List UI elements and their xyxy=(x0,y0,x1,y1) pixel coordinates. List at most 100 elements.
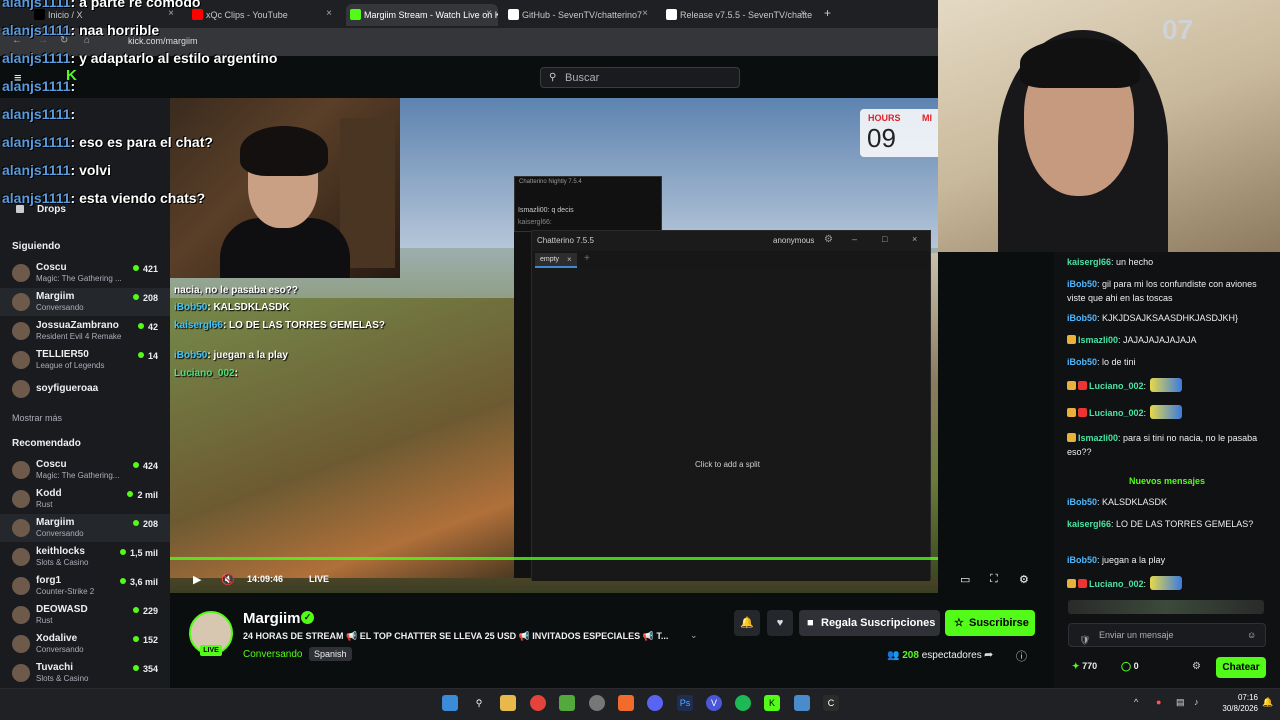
chatterino-split-area[interactable]: Click to add a split xyxy=(532,269,930,581)
info-icon[interactable]: ⓘ xyxy=(1016,648,1027,664)
close-icon[interactable]: × xyxy=(912,234,917,244)
player-progress-bar[interactable] xyxy=(170,557,938,560)
sidebar-channel[interactable]: JossuaZambrano Resident Evil 4 Remake 42 xyxy=(0,317,170,345)
chatterino-app-icon[interactable]: C xyxy=(823,695,839,711)
search-input[interactable]: ⚲ Buscar xyxy=(540,67,740,88)
sidebar-channel[interactable]: Margiim Conversando 208 xyxy=(0,288,170,316)
streamer-name[interactable]: Margiim xyxy=(243,610,301,627)
browser-tab[interactable]: Margiim Stream - Watch Live on Kick × xyxy=(346,4,498,26)
volume-icon[interactable]: ♪ xyxy=(1194,697,1199,707)
notification-bell-button[interactable]: 🔔 xyxy=(734,610,760,636)
chat-username[interactable]: Luciano_002 xyxy=(1089,408,1144,418)
chatterino-tab-empty[interactable]: empty × xyxy=(535,253,577,268)
chat-username[interactable]: iBob50 xyxy=(1067,357,1097,367)
close-icon[interactable]: × xyxy=(567,255,572,264)
chat-message[interactable]: iBob50: gil para mi los confundiste con … xyxy=(1067,277,1272,305)
brave-icon[interactable] xyxy=(618,695,634,711)
chat-username[interactable]: iBob50 xyxy=(1067,279,1097,289)
kick-points[interactable]: ◯ 0 xyxy=(1121,661,1139,672)
expand-title-icon[interactable]: ⌄ xyxy=(690,630,698,641)
photoshop-icon[interactable]: Ps xyxy=(677,695,693,711)
chat-username[interactable]: iBob50 xyxy=(1067,313,1097,323)
chat-message[interactable]: Luciano_002: xyxy=(1067,405,1272,420)
chat-username[interactable]: kaisergl66 xyxy=(1067,519,1111,529)
monitor-app-icon[interactable] xyxy=(794,695,810,711)
discord-icon[interactable] xyxy=(647,695,663,711)
sidebar-channel[interactable]: Margiim Conversando 208 xyxy=(0,514,170,542)
chat-message[interactable]: iBob50: KALSDKLASDK xyxy=(1067,495,1272,509)
add-split-hint[interactable]: Click to add a split xyxy=(695,460,760,469)
fullscreen-icon[interactable]: ⛶ xyxy=(990,573,998,586)
chat-settings-icon[interactable]: ⚙ xyxy=(1192,661,1201,672)
language-tag[interactable]: Spanish xyxy=(309,647,352,661)
gift-subs-button[interactable]: ■ Regala Suscripciones xyxy=(799,610,940,636)
close-icon[interactable]: × xyxy=(800,8,806,19)
add-tab-icon[interactable]: + xyxy=(584,253,590,264)
new-tab-button[interactable]: + xyxy=(824,6,831,20)
chat-message[interactable]: kaisergl66: LO DE LAS TORRES GEMELAS? xyxy=(1067,517,1272,531)
sidebar-channel[interactable]: keithlocks Slots & Casino 1,5 mil xyxy=(0,543,170,571)
browser-tab[interactable]: xQc Clips - YouTube × xyxy=(188,4,338,26)
chat-username[interactable]: kaisergl66 xyxy=(1067,257,1111,267)
sidebar-channel[interactable]: DEOWASD Rust 229 xyxy=(0,601,170,629)
microphone-icon[interactable]: ● xyxy=(1156,697,1161,707)
chat-message[interactable]: Ismazli00: JAJAJAJAJAJAJA xyxy=(1067,333,1272,347)
chat-message[interactable]: Ismazli00: para si tini no nacia, no le … xyxy=(1067,431,1272,459)
chatterino-window[interactable]: Chatterino 7.5.5 anonymous ⚙ – □ × empty… xyxy=(531,230,931,581)
chat-message[interactable]: Luciano_002: xyxy=(1067,576,1272,591)
chat-username[interactable]: iBob50 xyxy=(1067,555,1097,565)
windows-start-icon[interactable] xyxy=(442,695,458,711)
notification-icon[interactable]: 🔔 xyxy=(1262,697,1273,708)
chrome-icon[interactable] xyxy=(530,695,546,711)
browser-tab[interactable]: Release v7.5.5 - SevenTV/chatterino7× xyxy=(662,4,812,26)
sidebar-channel[interactable]: soyfigueroaa xyxy=(0,375,170,403)
chat-username[interactable]: Luciano_002 xyxy=(1089,579,1144,589)
close-icon[interactable]: × xyxy=(326,8,332,19)
stream-category[interactable]: Conversando xyxy=(243,649,302,660)
sidebar-channel[interactable]: forg1 Counter-Strike 2 3,6 mil xyxy=(0,572,170,600)
chat-message[interactable]: iBob50: lo de tini xyxy=(1067,355,1272,369)
chat-username[interactable]: Luciano_002 xyxy=(1089,381,1144,391)
show-more-link[interactable]: Mostrar más xyxy=(12,413,62,423)
browser-tab[interactable]: GitHub - SevenTV/chatterino7 × xyxy=(504,4,654,26)
chatterino-account[interactable]: anonymous xyxy=(773,236,814,245)
sidebar-channel[interactable]: Coscu Magic: The Gathering ... 421 xyxy=(0,259,170,287)
sidebar-channel[interactable]: Kodd Rust 2 mil xyxy=(0,485,170,513)
network-icon[interactable]: ▤ xyxy=(1176,697,1185,708)
emote-picker-icon[interactable]: ☺ xyxy=(1247,624,1256,646)
sidebar-channel[interactable]: Xodalive Conversando 152 xyxy=(0,630,170,658)
sidebar-channel[interactable]: Tuvachi Slots & Casino 354 xyxy=(0,659,170,687)
sidebar-channel[interactable]: Coscu Magic: The Gathering... 424 xyxy=(0,456,170,484)
maximize-icon[interactable]: □ xyxy=(882,234,887,244)
kick-app-icon[interactable]: K xyxy=(764,695,780,711)
chat-message[interactable]: Luciano_002: xyxy=(1067,378,1272,393)
chat-username[interactable]: Ismazli00 xyxy=(1078,433,1118,443)
new-messages-divider[interactable]: Nuevos mensajes xyxy=(1067,476,1267,486)
mute-icon[interactable]: 🔇 xyxy=(221,573,235,586)
chat-message[interactable]: kaisergl66: un hecho xyxy=(1067,255,1272,269)
share-icon[interactable]: ➦ xyxy=(984,648,993,661)
search-icon[interactable]: ⚲ xyxy=(471,695,487,711)
minimize-icon[interactable]: – xyxy=(852,234,857,244)
gear-icon[interactable]: ⚙ xyxy=(824,234,833,245)
close-icon[interactable]: × xyxy=(486,8,492,19)
xbox-icon[interactable] xyxy=(559,695,575,711)
subscribe-button[interactable]: ☆ Suscribirse xyxy=(945,610,1035,636)
tray-chevron-icon[interactable]: ^ xyxy=(1134,697,1138,707)
send-chat-button[interactable]: Chatear xyxy=(1216,657,1266,678)
vpn-icon[interactable]: V xyxy=(706,695,722,711)
play-icon[interactable]: ▶ xyxy=(193,573,201,586)
settings-app-icon[interactable] xyxy=(589,695,605,711)
theater-icon[interactable]: ▭ xyxy=(960,573,970,586)
chatterino-nightly-window[interactable]: Chatterino Nightly 7.5.4 Ismazli00: q de… xyxy=(514,176,662,232)
chat-username[interactable]: iBob50 xyxy=(1067,497,1097,507)
chat-message[interactable]: iBob50: KJKJDSAJKSAASDHKJASDJKH} xyxy=(1067,311,1272,325)
system-clock[interactable]: 07:16 30/8/2026 xyxy=(1222,692,1258,714)
sidebar-channel[interactable]: TELLIER50 League of Legends 14 xyxy=(0,346,170,374)
chat-message[interactable]: iBob50: juegan a la play xyxy=(1067,553,1272,567)
chat-username[interactable]: Ismazli00 xyxy=(1078,335,1118,345)
file-explorer-icon[interactable] xyxy=(500,695,516,711)
close-icon[interactable]: × xyxy=(642,8,648,19)
settings-icon[interactable]: ⚙ xyxy=(1019,573,1029,586)
follow-heart-button[interactable]: ♥ xyxy=(767,610,793,636)
